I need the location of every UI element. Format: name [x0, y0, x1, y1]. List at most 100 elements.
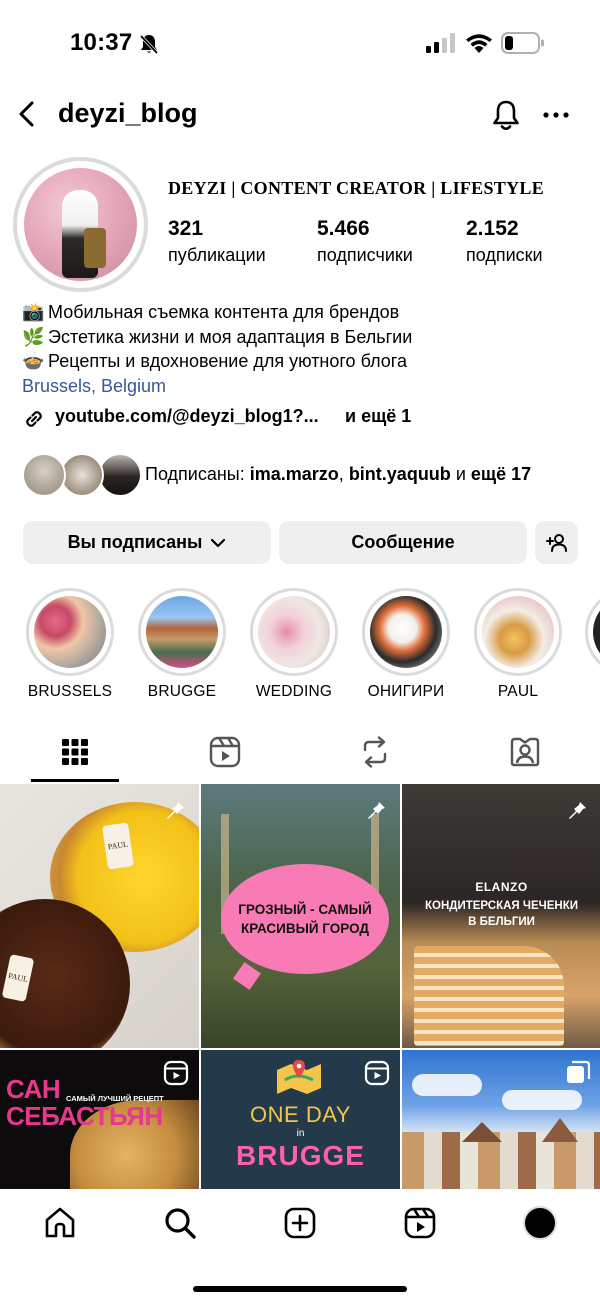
pin-icon [368, 797, 385, 819]
repost-icon [363, 736, 387, 768]
display-name: DEYZI | CONTENT CREATOR | LIFESTYLE [168, 178, 545, 198]
bio-text: Рецепты и вдохновение для уютного блога [48, 351, 407, 371]
profile-icon[interactable] [523, 1206, 557, 1240]
highlight-image [146, 596, 218, 668]
message-label: Сообщение [351, 532, 455, 552]
highlight-ring [362, 588, 450, 676]
highlight-brussels[interactable]: BRUSSELS [25, 588, 115, 701]
post-caption: ГРОЗНЫЙ - САМЫЙ КРАСИВЫЙ ГОРОД [238, 902, 372, 936]
highlight-ring [474, 588, 562, 676]
reels-icon [209, 736, 241, 768]
following-label: Вы подписаны [67, 532, 203, 552]
link-more[interactable]: и ещё 1 [345, 406, 411, 427]
highlight-onigiri[interactable]: ОНИГИРИ [361, 588, 451, 701]
post-tile[interactable]: ONE DAY in BRUGGE [201, 1050, 400, 1189]
highlight-partial[interactable] [585, 588, 600, 676]
map-pin-illustration [277, 1060, 321, 1094]
reels-icon [364, 1060, 390, 1086]
stat-label: подписки [466, 245, 543, 265]
home-icon[interactable] [43, 1206, 77, 1240]
stat-posts[interactable]: 321 публикации [168, 217, 266, 266]
link-url[interactable]: youtube.com/@deyzi_blog1?... [55, 406, 319, 427]
story-highlights: BRUSSELS BRUGGE WEDDING ОНИГИРИ PAUL [0, 588, 600, 708]
highlight-label: BRUGGE [147, 683, 217, 700]
highlight-ring [138, 588, 226, 676]
more-followers[interactable]: ещё 17 [471, 464, 531, 484]
tab-posts[interactable] [0, 722, 150, 782]
stew-emoji: 🍲 [22, 351, 45, 371]
stat-followers[interactable]: 5.466 подписчики [317, 217, 413, 266]
follower-username[interactable]: bint.yaquub [349, 464, 451, 484]
followed-by-prefix: Подписаны: [145, 464, 250, 484]
bio-line: 🍲 Рецепты и вдохновение для уютного блога [22, 349, 582, 374]
ellipsis-icon[interactable] [540, 102, 572, 128]
highlight-image [34, 596, 106, 668]
tab-reposts[interactable] [300, 722, 450, 782]
post-line1: ONE DAY [250, 1102, 351, 1127]
and-text: и [450, 464, 471, 484]
pin-icon [167, 797, 184, 819]
pin-icon [569, 797, 586, 819]
following-button[interactable]: Вы подписаны [23, 521, 271, 564]
highlight-image [593, 596, 600, 668]
tab-tagged[interactable] [450, 722, 600, 782]
post-brand: ELANZO [475, 880, 528, 894]
post-line3: BRUGGE [236, 1140, 365, 1171]
create-icon[interactable] [283, 1206, 317, 1240]
highlight-wedding[interactable]: WEDDING [249, 588, 339, 701]
battery-icon [501, 32, 544, 54]
bio-text: Мобильная съемка контента для брендов [48, 302, 400, 322]
status-bar: 10:37 [0, 0, 600, 88]
wifi-icon [466, 34, 492, 53]
highlight-ring [26, 588, 114, 676]
separator: , [338, 464, 349, 484]
bell-icon[interactable] [490, 98, 522, 132]
camera-flash-emoji: 📸 [22, 302, 45, 322]
post-line2: in [296, 1128, 305, 1139]
suggest-user-button[interactable] [535, 521, 578, 564]
stat-value: 321 [168, 217, 204, 240]
stat-value: 5.466 [317, 217, 370, 240]
cellular-signal-icon [426, 33, 455, 53]
post-tile[interactable]: ELANZO КОНДИТЕРСКАЯ ЧЕЧЕНКИ В БЕЛЬГИИ [402, 784, 600, 1048]
stat-label: публикации [168, 245, 266, 265]
post-subtitle: САМЫЙ ЛУЧШИЙ РЕЦЕПТ [66, 1094, 164, 1103]
highlight-brugge[interactable]: BRUGGE [137, 588, 227, 701]
post-caption: КОНДИТЕРСКАЯ ЧЕЧЕНКИ В БЕЛЬГИИ [425, 900, 578, 928]
highlight-ring [585, 588, 600, 676]
status-time: 10:37 [70, 29, 133, 56]
bell-slash-icon [139, 34, 159, 55]
highlight-label: PAUL [497, 683, 539, 700]
grid-icon [62, 739, 88, 765]
avatar[interactable] [24, 168, 137, 281]
highlight-label: WEDDING [255, 683, 333, 700]
tab-reels[interactable] [150, 722, 300, 782]
follower-avatar [60, 453, 104, 497]
search-icon[interactable] [163, 1206, 197, 1240]
highlight-ring [250, 588, 338, 676]
follower-username[interactable]: ima.marzo [250, 464, 339, 484]
highlight-image [258, 596, 330, 668]
chevron-left-icon[interactable] [14, 100, 42, 128]
reels-icon [163, 1060, 189, 1086]
post-tile[interactable] [402, 1050, 600, 1189]
highlight-image [370, 596, 442, 668]
herb-emoji: 🌿 [22, 326, 45, 347]
post-tile[interactable]: САН СЕБАСТЬЯН САМЫЙ ЛУЧШИЙ РЕЦЕПТ [0, 1050, 199, 1189]
highlight-label: ОНИГИРИ [367, 683, 445, 700]
post-title: САН СЕБАСТЬЯН [6, 1074, 163, 1131]
posts-grid: PAUL PAUL ГРОЗНЫЙ - САМЫЙ КРАСИВЫЙ ГОРОД… [0, 784, 600, 1189]
post-tile[interactable]: ГРОЗНЫЙ - САМЫЙ КРАСИВЫЙ ГОРОД [201, 784, 400, 1048]
location-link[interactable]: Brussels, Belgium [22, 374, 582, 399]
post-tile[interactable]: PAUL PAUL [0, 784, 199, 1048]
profile-tabs [0, 722, 600, 782]
reels-icon[interactable] [403, 1206, 437, 1240]
highlight-paul[interactable]: PAUL [473, 588, 563, 701]
follower-avatar [22, 453, 66, 497]
carousel-icon [567, 1060, 591, 1083]
mutual-followers[interactable]: Подписаны: ima.marzo, bint.yaquub и ещё … [22, 453, 582, 499]
home-indicator [193, 1286, 407, 1292]
stat-following[interactable]: 2.152 подписки [466, 217, 543, 266]
message-button[interactable]: Сообщение [279, 521, 527, 564]
stat-label: подписчики [317, 245, 413, 265]
